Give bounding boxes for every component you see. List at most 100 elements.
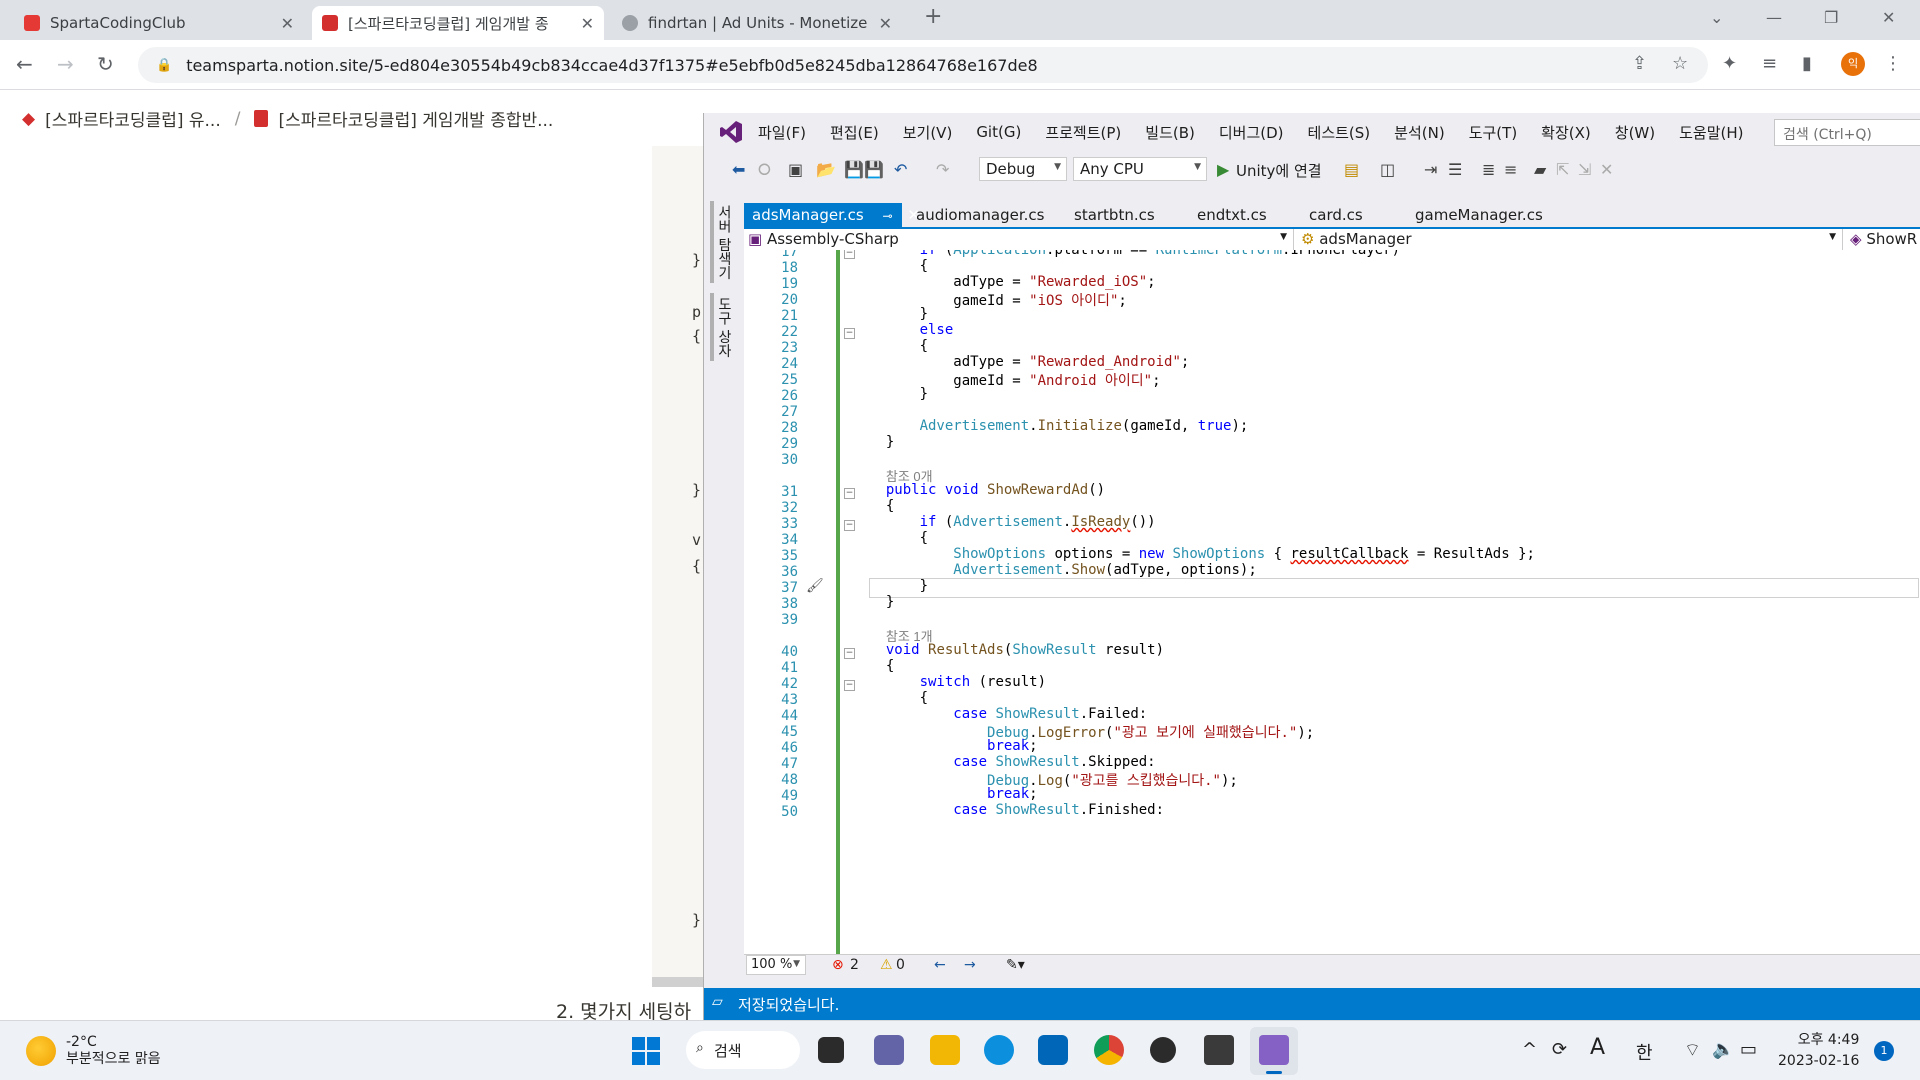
code-text-area[interactable]: if (Application.platform == RuntimePlatf… — [869, 250, 1919, 954]
file-explorer-icon[interactable] — [930, 1035, 960, 1065]
start-windows-icon[interactable] — [632, 1037, 660, 1065]
menu-project[interactable]: 프로젝트(P) — [1045, 122, 1121, 143]
open-file-icon[interactable]: 📂 — [816, 160, 836, 179]
close-tab-icon[interactable]: ✕ — [281, 14, 294, 33]
menu-extensions[interactable]: 확장(X) — [1541, 122, 1591, 143]
platform-dropdown[interactable]: Any CPU ▼ — [1073, 157, 1207, 181]
quick-action-brush-icon[interactable]: 🖌 — [806, 578, 824, 594]
navigate-back-icon[interactable]: ⬅ — [732, 160, 745, 179]
menu-file[interactable]: 파일(F) — [758, 122, 806, 143]
share-icon[interactable]: ⇪ — [1632, 53, 1647, 74]
close-tab-icon[interactable]: ✕ — [879, 14, 892, 33]
volume-icon[interactable]: 🔈 — [1712, 1039, 1734, 1060]
code-editor[interactable]: 17 18 19 20 21 22 23 24 25 26 27 28 29 3… — [744, 250, 1920, 954]
doc-tab-startbtn[interactable]: startbtn.cs — [1066, 203, 1163, 227]
wifi-icon[interactable]: ⌔ — [1684, 1039, 1701, 1062]
collapse-toggle-icon[interactable]: − — [844, 520, 855, 531]
new-project-icon[interactable]: ▣ — [788, 160, 803, 179]
start-debug-icon[interactable]: ▶ — [1217, 160, 1229, 179]
bookmark-icon[interactable]: ▰ — [1534, 160, 1546, 179]
notification-badge[interactable]: 1 — [1874, 1041, 1894, 1061]
menu-edit[interactable]: 편집(E) — [830, 122, 879, 143]
edge-browser-icon[interactable] — [984, 1035, 1014, 1065]
screenshot-icon[interactable]: ◫ — [1380, 160, 1395, 179]
doc-tab-card[interactable]: card.cs — [1301, 203, 1371, 227]
weather-widget[interactable]: -2°C 부분적으로 맑음 — [26, 1034, 161, 1068]
extensions-icon[interactable]: ✦ — [1722, 53, 1737, 74]
indent-icon[interactable]: ≣ — [1482, 160, 1495, 179]
previous-issue-icon[interactable]: ← — [934, 957, 946, 973]
tab-search-icon[interactable]: ⌄ — [1710, 8, 1723, 27]
folder-icon[interactable]: ▤ — [1344, 160, 1359, 179]
menu-analyze[interactable]: 분석(N) — [1394, 122, 1445, 143]
outdent-icon[interactable]: ≡ — [1504, 160, 1517, 179]
bookmark-star-icon[interactable]: ☆ — [1672, 53, 1688, 74]
tab-spartacodingclub[interactable]: SpartaCodingClub ✕ — [14, 6, 304, 40]
visual-studio-taskbar-button[interactable] — [1250, 1027, 1298, 1075]
teams-chat-icon[interactable] — [874, 1035, 904, 1065]
tab-unity-ads[interactable]: findrtan | Ad Units - Monetize ✕ — [612, 6, 902, 40]
pin-icon[interactable]: ⊸ — [883, 209, 893, 223]
menu-view[interactable]: 보기(V) — [903, 122, 953, 143]
menu-test[interactable]: 테스트(S) — [1308, 122, 1371, 143]
collapse-toggle-icon[interactable]: − — [844, 648, 855, 659]
address-bar[interactable]: 🔒 teamsparta.notion.site/5-ed804e30554b4… — [138, 47, 1708, 83]
collapse-toggle-icon[interactable]: − — [844, 488, 855, 499]
close-tab-icon[interactable]: ✕ — [581, 14, 594, 33]
breadcrumb-item[interactable]: [스파르타코딩클럽] 게임개발 종합반... — [278, 106, 553, 131]
system-clock[interactable]: 오후 4:49 2023-02-16 — [1778, 1030, 1859, 1072]
task-view-icon[interactable] — [818, 1037, 844, 1063]
redo-icon[interactable]: ↷ — [936, 160, 949, 179]
doc-tab-endtxt[interactable]: endtxt.cs — [1189, 203, 1275, 227]
doc-tab-gamemanager[interactable]: gameManager.cs — [1407, 203, 1551, 227]
toolbox-tab[interactable]: 도구 상자 — [710, 293, 734, 362]
unity-hub-icon[interactable] — [1150, 1037, 1176, 1063]
save-all-icon[interactable]: 💾 — [864, 160, 884, 179]
menu-debug[interactable]: 디버그(D) — [1219, 122, 1284, 143]
navigate-forward-icon[interactable]: ⭘ — [758, 160, 771, 180]
profile-avatar[interactable]: 익 — [1841, 52, 1865, 76]
battery-icon[interactable]: ▭ — [1740, 1039, 1757, 1060]
format-icon[interactable]: ☰ — [1448, 160, 1462, 179]
doc-tab-adsmanager[interactable]: adsManager.cs ⊸ ✕ — [744, 203, 920, 227]
doc-tab-audiomanager[interactable]: audiomanager.cs — [908, 203, 1052, 227]
error-icon[interactable]: ⊗ — [832, 957, 844, 973]
new-tab-icon[interactable]: + — [924, 4, 942, 29]
step-icon[interactable]: ⇥ — [1424, 160, 1437, 179]
prev-bookmark-icon[interactable]: ⇱ — [1556, 160, 1569, 179]
tab-notion-active[interactable]: [스파르타코딩클럽] 게임개발 종 ✕ — [312, 6, 604, 40]
reload-icon[interactable]: ↻ — [97, 52, 114, 76]
media-control-icon[interactable]: ≡ — [1762, 53, 1777, 74]
zoom-dropdown[interactable]: 100 % ▼ — [746, 955, 806, 975]
minimize-icon[interactable]: — — [1766, 8, 1782, 27]
menu-window[interactable]: 창(W) — [1615, 122, 1655, 143]
attach-unity-button[interactable]: Unity에 연결 — [1236, 160, 1322, 181]
save-icon[interactable]: 💾 — [844, 160, 864, 179]
cleanup-icon[interactable]: ✎▾ — [1006, 957, 1025, 973]
warning-count[interactable]: 0 — [896, 957, 905, 973]
clear-bookmarks-icon[interactable]: ✕ — [1600, 160, 1613, 179]
unity-editor-icon[interactable] — [1204, 1035, 1234, 1065]
ime-language-indicator[interactable]: 한 — [1636, 1039, 1653, 1065]
menu-build[interactable]: 빌드(B) — [1145, 122, 1195, 143]
taskbar-search[interactable]: ⌕ 검색 — [686, 1031, 800, 1069]
vs-search-box[interactable]: 검색 (Ctrl+Q) — [1774, 119, 1920, 146]
next-issue-icon[interactable]: → — [964, 957, 976, 973]
undo-icon[interactable]: ↶ — [894, 160, 907, 179]
sync-icon[interactable]: ⟳ — [1552, 1039, 1567, 1060]
member-dropdown[interactable]: ◈ ShowR — [1846, 229, 1920, 250]
server-explorer-tab[interactable]: 서버 탐색기 — [710, 201, 734, 284]
chrome-icon[interactable] — [1094, 1035, 1124, 1065]
warning-icon[interactable]: ⚠ — [880, 957, 893, 973]
close-window-icon[interactable]: ✕ — [1882, 8, 1895, 27]
side-panel-icon[interactable]: ▮ — [1802, 53, 1812, 74]
menu-tools[interactable]: 도구(T) — [1469, 122, 1517, 143]
breadcrumb-item[interactable]: [스파르타코딩클럽] 유... — [45, 106, 221, 131]
next-bookmark-icon[interactable]: ⇲ — [1578, 160, 1591, 179]
maximize-icon[interactable]: ❐ — [1824, 8, 1838, 27]
microsoft-store-icon[interactable] — [1038, 1035, 1068, 1065]
chrome-menu-icon[interactable]: ⋮ — [1884, 53, 1902, 74]
error-count[interactable]: 2 — [850, 957, 859, 973]
class-dropdown[interactable]: ⚙ adsManager ▼ — [1297, 229, 1843, 250]
show-hidden-icons-icon[interactable]: ^ — [1522, 1039, 1537, 1060]
